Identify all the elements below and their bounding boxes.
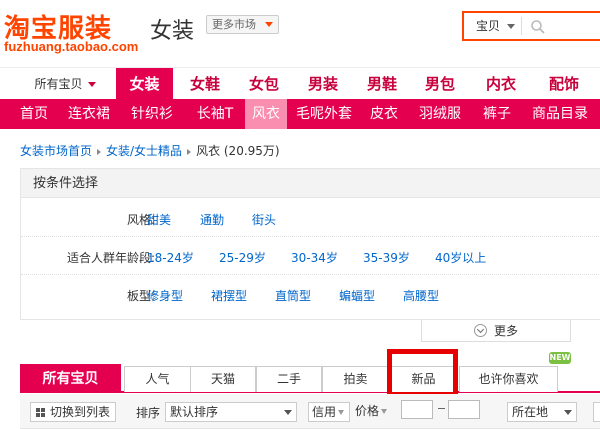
arrow-down-icon [338, 410, 345, 415]
nav-item-accessories[interactable]: 配饰 [536, 68, 592, 100]
chevron-down-icon [284, 410, 292, 415]
all-items-menu[interactable]: 所有宝贝 [26, 68, 104, 100]
more-market-label: 更多市场 [212, 18, 256, 31]
filter-option[interactable]: 18-24岁 [147, 249, 194, 266]
toolbar-extra-button[interactable] [593, 402, 600, 422]
chevron-right-icon [187, 148, 192, 155]
switch-to-list-button[interactable]: 切换到列表 [30, 402, 116, 422]
subcategory-nav: 首页 连衣裙 针织衫 长袖T 风衣 毛呢外套 皮衣 羽绒服 裤子 商品目录 [0, 99, 600, 129]
filter-option[interactable]: 25-29岁 [219, 249, 266, 266]
filter-row-style: 风格: 甜美 通勤 街头 [21, 199, 600, 237]
search-scope-label: 宝贝 [476, 19, 501, 33]
subnav-item-leather[interactable]: 皮衣 [364, 99, 404, 129]
chevron-down-icon [265, 22, 273, 27]
tab-recommended[interactable]: 也许你喜欢 [459, 366, 558, 392]
filter-panel: 按条件选择 风格: 甜美 通勤 街头 适合人群年龄段: 18-24岁 25-29… [20, 168, 600, 320]
sort-toolbar: 切换到列表 排序 默认排序 信用 价格 所在地 [20, 394, 600, 429]
switch-to-list-label: 切换到列表 [50, 405, 111, 419]
range-dash [438, 408, 445, 409]
result-tabs: 所有宝贝 人气 天猫 二手 拍卖 新品 也许你喜欢 [20, 364, 600, 393]
subnav-item-down-jacket[interactable]: 羽绒服 [412, 99, 468, 129]
arrow-down-icon [381, 409, 388, 414]
nav-item-men-shoes[interactable]: 男鞋 [356, 68, 408, 100]
subnav-item-trench-coat[interactable]: 风衣 [245, 99, 287, 129]
breadcrumb-home[interactable]: 女装市场首页 [20, 144, 92, 158]
more-filters-button[interactable]: 更多 [421, 320, 571, 342]
search-icon [531, 20, 545, 34]
logo-url[interactable]: fuzhuang.taobao.com [4, 39, 138, 54]
highlight-box [387, 349, 458, 397]
subnav-item-catalog[interactable]: 商品目录 [526, 99, 594, 129]
sort-price-label: 价格 [355, 404, 380, 418]
more-filters-label: 更多 [494, 324, 519, 338]
filter-title: 按条件选择 [21, 169, 600, 198]
filter-option[interactable]: 40岁以上 [435, 249, 486, 266]
filter-row-age: 适合人群年龄段: 18-24岁 25-29岁 30-34岁 35-39岁 40岁… [21, 237, 600, 275]
nav-item-women-bags[interactable]: 女包 [238, 68, 290, 100]
sort-credit-label: 信用 [312, 405, 337, 419]
search-input[interactable] [550, 17, 600, 35]
filter-option[interactable]: 修身型 [147, 287, 183, 304]
header: 淘宝服装 fuzhuang.taobao.com 女装 更多市场 宝贝 [0, 0, 600, 66]
location-label: 所在地 [512, 405, 549, 419]
breadcrumb-level2[interactable]: 女装/女士精品 [106, 144, 182, 158]
subnav-item-home[interactable]: 首页 [12, 99, 56, 129]
filter-option[interactable]: 35-39岁 [363, 249, 410, 266]
new-badge: NEW [549, 352, 571, 364]
category-title: 女装 [150, 19, 195, 44]
filter-option[interactable]: 高腰型 [403, 287, 439, 304]
nav-item-men-bags[interactable]: 男包 [414, 68, 466, 100]
search-scope-select[interactable]: 宝贝 [468, 17, 522, 35]
subnav-item-long-sleeve-t[interactable]: 长袖T [187, 99, 243, 129]
subnav-item-dress[interactable]: 连衣裙 [61, 99, 117, 129]
tab-all-items[interactable]: 所有宝贝 [20, 364, 121, 392]
grid-icon [36, 408, 45, 417]
sort-by-price-button[interactable]: 价格 [352, 402, 397, 422]
tab-tmall[interactable]: 天猫 [190, 366, 256, 392]
nav-item-men[interactable]: 男装 [297, 68, 349, 100]
category-nav: 所有宝贝 女装 女鞋 女包 男装 男鞋 男包 内衣 配饰 [0, 67, 600, 100]
subnav-item-wool-coat[interactable]: 毛呢外套 [290, 99, 358, 129]
tab-popular[interactable]: 人气 [124, 366, 191, 392]
nav-item-women-shoes[interactable]: 女鞋 [179, 68, 231, 100]
chevron-right-icon [97, 148, 102, 155]
more-market-dropdown[interactable]: 更多市场 [206, 15, 279, 34]
search-box: 宝贝 [462, 11, 600, 41]
sort-select-value: 默认排序 [170, 405, 219, 419]
filter-option[interactable]: 街头 [252, 211, 276, 228]
filter-option[interactable]: 通勤 [200, 211, 224, 228]
expand-icon [474, 324, 487, 337]
subnav-item-knitwear[interactable]: 针织衫 [124, 99, 180, 129]
tab-second-hand[interactable]: 二手 [256, 366, 322, 392]
filter-option[interactable]: 30-34岁 [291, 249, 338, 266]
filter-option[interactable]: 蝙蝠型 [339, 287, 375, 304]
price-max-input[interactable] [448, 400, 480, 419]
chevron-down-icon [87, 82, 96, 87]
breadcrumb: 女装市场首页 女装/女士精品 风衣 (20.95万) [20, 142, 280, 159]
filter-row-shape: 板型: 修身型 裙摆型 直筒型 蝙蝠型 高腰型 [21, 275, 600, 313]
location-select[interactable]: 所在地 [507, 402, 577, 422]
filter-label-age: 适合人群年龄段: [66, 251, 155, 265]
all-items-label: 所有宝贝 [34, 77, 83, 91]
sort-label: 排序 [136, 406, 161, 420]
nav-item-women[interactable]: 女装 [116, 68, 173, 100]
chevron-down-icon [564, 410, 572, 415]
filter-option[interactable]: 裙摆型 [211, 287, 247, 304]
sort-by-credit-button[interactable]: 信用 [308, 402, 350, 422]
nav-item-underwear[interactable]: 内衣 [475, 68, 527, 100]
price-min-input[interactable] [401, 400, 433, 419]
chevron-down-icon [507, 24, 515, 29]
sort-select[interactable]: 默认排序 [165, 402, 297, 422]
breadcrumb-current: 风衣 (20.95万) [196, 144, 280, 158]
filter-option[interactable]: 直筒型 [275, 287, 311, 304]
filter-option[interactable]: 甜美 [147, 211, 171, 228]
tab-auction[interactable]: 拍卖 [322, 366, 389, 392]
subnav-item-pants[interactable]: 裤子 [475, 99, 519, 129]
